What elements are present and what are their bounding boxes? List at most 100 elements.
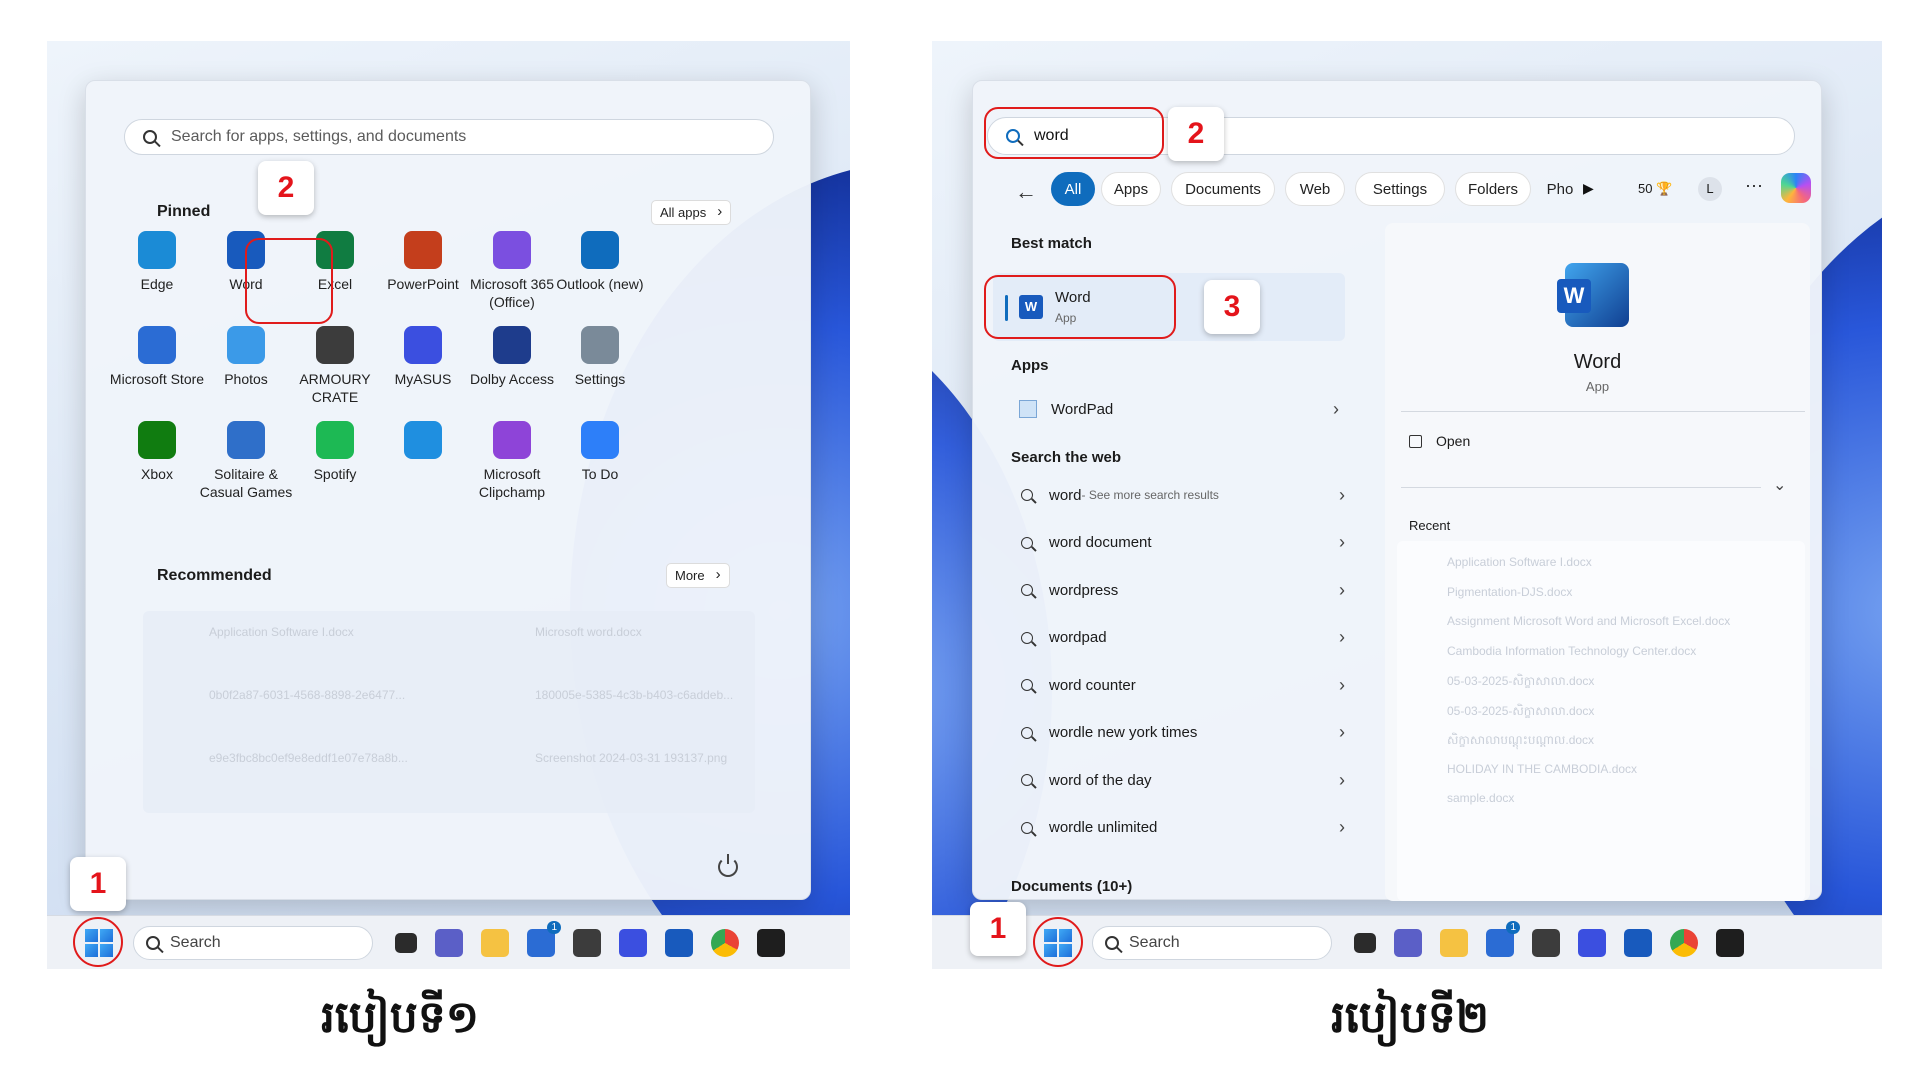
recommended-item[interactable]: 0b0f2a87-6031-4568-8898-2e6477...	[209, 688, 405, 702]
chevron-right-icon: ›	[1333, 398, 1339, 419]
web-result[interactable]: wordle unlimited ›	[1019, 808, 1355, 848]
power-icon[interactable]	[718, 854, 738, 877]
recent-file[interactable]: 05-03-2025-សិក្ខាសាលា.docx	[1447, 673, 1594, 691]
word-icon[interactable]	[665, 928, 693, 957]
highlight-word-pinned	[245, 238, 333, 324]
edge-icon	[138, 231, 176, 269]
filter-tab[interactable]: Folders	[1455, 172, 1531, 206]
recent-heading: Recent	[1409, 518, 1451, 533]
taskbar-search[interactable]: Search	[133, 925, 373, 960]
recommended-item[interactable]: Screenshot 2024-03-31 193137.png	[535, 751, 727, 765]
recommended-item[interactable]: Application Software I.docx	[209, 625, 354, 639]
chrome-icon[interactable]	[1670, 928, 1698, 957]
word-icon[interactable]	[1624, 928, 1652, 957]
search-icon	[1021, 679, 1033, 691]
recent-file[interactable]: Assignment Microsoft Word and Microsoft …	[1447, 614, 1730, 628]
more-button[interactable]: More	[666, 563, 730, 588]
armoury-icon	[316, 326, 354, 364]
chevron-right-icon: ›	[1339, 817, 1345, 837]
search-icon	[1105, 935, 1119, 950]
pinned-app[interactable]: Settings	[546, 326, 654, 388]
pinned-app[interactable]: Outlook (new)	[546, 231, 654, 293]
chevron-right-icon: ›	[1339, 722, 1345, 742]
clipchamp-icon	[493, 421, 531, 459]
documents-heading: Documents (10+)	[1011, 878, 1133, 895]
best-match-heading: Best match	[1011, 235, 1092, 252]
solitaire-icon	[227, 421, 265, 459]
all-apps-button[interactable]: All apps	[651, 200, 732, 225]
step-badge-2: 2	[1168, 107, 1224, 161]
account-avatar[interactable]: L	[1698, 177, 1722, 201]
rewards-points[interactable]: 50 🏆	[1638, 181, 1672, 197]
highlight-best-match	[984, 275, 1176, 339]
wordpad-result[interactable]: WordPad ›	[1019, 394, 1349, 424]
figma-icon[interactable]	[1716, 928, 1744, 957]
recent-file[interactable]: sample.docx	[1447, 791, 1514, 805]
highlight-search-query	[984, 107, 1164, 159]
figma-icon[interactable]	[757, 928, 785, 957]
task-view-icon[interactable]	[395, 932, 417, 953]
filter-tab[interactable]: Documents	[1171, 172, 1275, 206]
recommended-item[interactable]: 180005e-5385-4c3b-b403-c6addeb...	[535, 688, 733, 702]
pinned-app[interactable]: To Do	[546, 421, 654, 483]
filter-tab[interactable]: Web	[1285, 172, 1345, 206]
filter-tab[interactable]: Settings	[1355, 172, 1445, 206]
search-placeholder: Search for apps, settings, and documents	[171, 128, 467, 145]
open-action[interactable]: Open	[1409, 433, 1470, 449]
start-search-input[interactable]: Search for apps, settings, and documents	[124, 119, 774, 155]
chrome-icon[interactable]	[711, 928, 739, 957]
web-result[interactable]: wordle new york times ›	[1019, 713, 1355, 753]
teams-icon[interactable]	[1394, 928, 1422, 957]
pinned-app-label: To Do	[581, 466, 619, 482]
teams-icon[interactable]	[435, 928, 463, 957]
detail-title: Word	[1573, 351, 1622, 373]
web-result[interactable]: word document ›	[1019, 523, 1355, 563]
taskbar-search-label: Search	[1129, 933, 1180, 951]
recent-file[interactable]: Application Software I.docx	[1447, 555, 1592, 569]
chevron-right-icon: ›	[1339, 484, 1345, 505]
expand-chevron-icon[interactable]: ⌄	[1773, 475, 1786, 495]
filter-tab[interactable]: All	[1051, 172, 1095, 206]
chevron-right-icon: ›	[1339, 579, 1345, 600]
armoury-icon[interactable]	[573, 928, 601, 957]
recommended-item[interactable]: e9e3fbc8bc0ef9e8eddf1e07e78a8b...	[209, 751, 408, 765]
web-result[interactable]: word of the day ›	[1019, 760, 1355, 800]
recent-file[interactable]: Pigmentation-DJS.docx	[1447, 585, 1572, 599]
search-icon	[143, 130, 157, 144]
recent-file[interactable]: Cambodia Information Technology Center.d…	[1447, 644, 1696, 658]
web-result[interactable]: word - See more search results ›	[1019, 475, 1355, 515]
task-view-icon[interactable]	[1354, 932, 1376, 953]
filters-next-icon[interactable]: ▶	[1583, 180, 1594, 197]
myasus-icon[interactable]	[1578, 928, 1606, 957]
web-result[interactable]: word counter ›	[1019, 665, 1355, 705]
store-icon	[138, 326, 176, 364]
settings-icon	[581, 326, 619, 364]
web-result[interactable]: wordpad ›	[1019, 618, 1355, 658]
m365-icon	[493, 231, 531, 269]
recent-file[interactable]: 05-03-2025-សិក្ខាសាលា.docx	[1447, 703, 1594, 721]
back-arrow-icon[interactable]: ←	[1015, 179, 1037, 205]
notification-badge: 1	[547, 920, 561, 934]
recent-file[interactable]: សិក្ខាសាលាបណ្តុះបណ្តាល.docx	[1447, 732, 1594, 750]
armoury-icon[interactable]	[1532, 928, 1560, 957]
copilot-icon[interactable]	[1781, 173, 1811, 203]
filter-tab[interactable]: Apps	[1101, 172, 1161, 206]
more-options-icon[interactable]: ···	[1745, 175, 1763, 196]
taskbar-search[interactable]: Search	[1092, 925, 1332, 960]
web-result[interactable]: wordpress ›	[1019, 570, 1355, 610]
web-result-text: wordpad	[1049, 629, 1107, 646]
search-icon	[146, 935, 160, 950]
recent-file[interactable]: HOLIDAY IN THE CAMBODIA.docx	[1447, 762, 1637, 776]
taskbar-left: Search 1	[47, 915, 850, 969]
web-result-text: word counter	[1049, 676, 1136, 694]
filter-tab[interactable]: Pho	[1541, 172, 1579, 206]
file-explorer-icon[interactable]	[481, 928, 509, 957]
recommended-item[interactable]: Microsoft word.docx	[535, 625, 642, 639]
file-explorer-icon[interactable]	[1440, 928, 1468, 957]
store-icon[interactable]: 1	[1486, 920, 1520, 957]
myasus-icon[interactable]	[619, 928, 647, 957]
pinned-app-label: Outlook (new)	[556, 276, 644, 292]
search-icon	[1021, 774, 1033, 786]
store-icon[interactable]: 1	[527, 920, 561, 957]
notification-badge: 1	[1506, 920, 1520, 934]
